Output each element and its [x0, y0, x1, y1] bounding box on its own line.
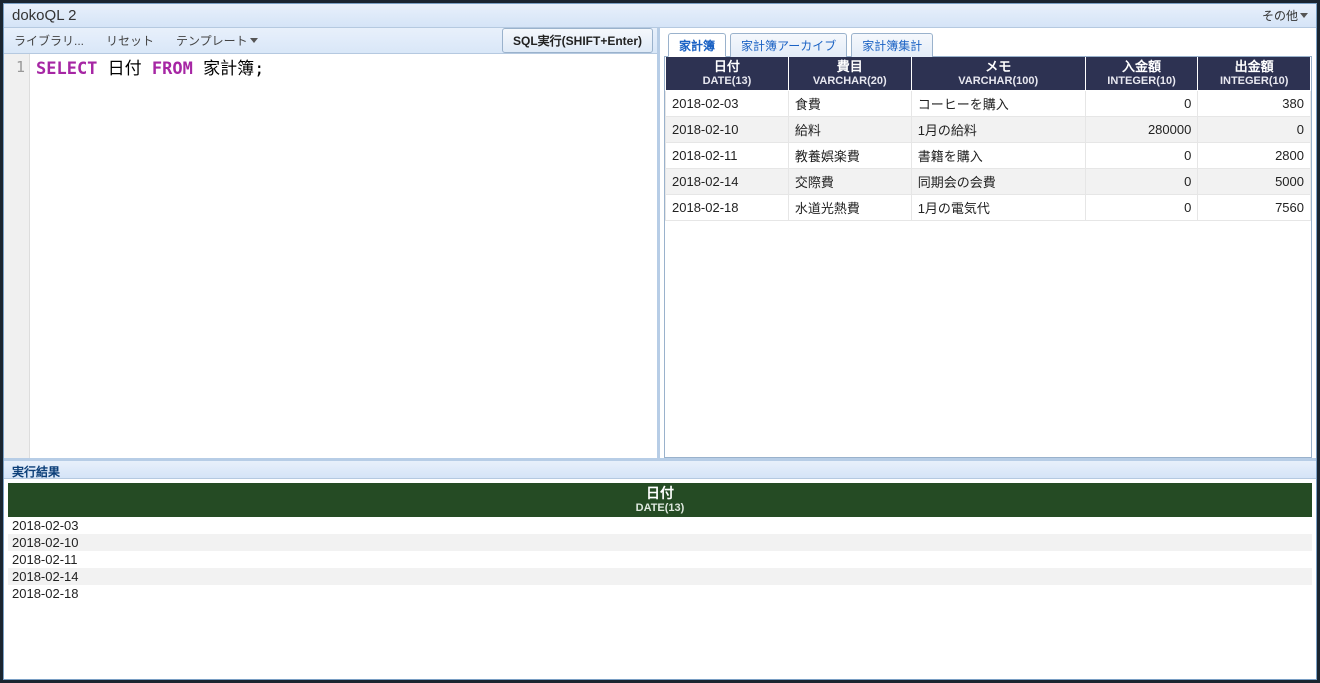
table-cell: 380: [1198, 90, 1311, 116]
template-button[interactable]: テンプレート: [170, 30, 264, 51]
table-cell: 0: [1085, 90, 1198, 116]
table-cell: 同期会の会費: [911, 168, 1085, 194]
results-body[interactable]: 日付DATE(13)2018-02-032018-02-102018-02-11…: [4, 479, 1316, 679]
table-cell: 食費: [788, 90, 911, 116]
column-header[interactable]: 出金額INTEGER(10): [1198, 57, 1311, 90]
library-button[interactable]: ライブラリ...: [8, 30, 90, 51]
result-cell: 2018-02-03: [8, 517, 1312, 534]
table-cell: 教養娯楽費: [788, 142, 911, 168]
table-cell: 1月の給料: [911, 116, 1085, 142]
results-header: 実行結果: [4, 461, 1316, 479]
table-row[interactable]: 2018-02-03食費コーヒーを購入0380: [666, 90, 1311, 116]
table-cell: 7560: [1198, 194, 1311, 220]
table-row[interactable]: 2018-02-14交際費同期会の会費05000: [666, 168, 1311, 194]
other-menu-label: その他: [1262, 7, 1298, 24]
table-tabs: 家計簿 家計簿アーカイブ 家計簿集計: [664, 32, 1312, 56]
table-cell: 2018-02-03: [666, 90, 789, 116]
table-row[interactable]: 2018-02-18水道光熱費1月の電気代07560: [666, 194, 1311, 220]
result-row[interactable]: 2018-02-14: [8, 568, 1312, 585]
result-cell: 2018-02-14: [8, 568, 1312, 585]
caret-down-icon: [250, 38, 258, 43]
editor-toolbar: ライブラリ... リセット テンプレート SQL実行(SHIFT+Enter): [4, 28, 657, 54]
table-cell: 水道光熱費: [788, 194, 911, 220]
result-table: 日付DATE(13)2018-02-032018-02-102018-02-11…: [8, 483, 1312, 602]
table-view[interactable]: 日付DATE(13)費目VARCHAR(20)メモVARCHAR(100)入金額…: [664, 56, 1312, 458]
caret-down-icon: [1300, 13, 1308, 18]
column-header[interactable]: 入金額INTEGER(10): [1085, 57, 1198, 90]
table-cell: 2018-02-18: [666, 194, 789, 220]
tab-kakeibo-archive[interactable]: 家計簿アーカイブ: [730, 33, 847, 57]
table-cell: 2800: [1198, 142, 1311, 168]
table-row[interactable]: 2018-02-10給料1月の給料2800000: [666, 116, 1311, 142]
result-cell: 2018-02-11: [8, 551, 1312, 568]
data-panel: 家計簿 家計簿アーカイブ 家計簿集計 日付DATE(13)費目VARCHAR(2…: [660, 28, 1316, 458]
run-sql-button[interactable]: SQL実行(SHIFT+Enter): [502, 28, 653, 53]
results-panel: 実行結果 日付DATE(13)2018-02-032018-02-102018-…: [4, 458, 1316, 679]
column-header[interactable]: メモVARCHAR(100): [911, 57, 1085, 90]
result-cell: 2018-02-10: [8, 534, 1312, 551]
app-window: dokoQL 2 その他 ライブラリ... リセット テンプレート SQL実行(…: [3, 3, 1317, 680]
editor-panel: ライブラリ... リセット テンプレート SQL実行(SHIFT+Enter) …: [4, 28, 660, 458]
column-header[interactable]: 費目VARCHAR(20): [788, 57, 911, 90]
table-cell: 280000: [1085, 116, 1198, 142]
table-cell: 0: [1085, 168, 1198, 194]
table-row[interactable]: 2018-02-11教養娯楽費書籍を購入02800: [666, 142, 1311, 168]
table-cell: 0: [1198, 116, 1311, 142]
table-cell: 0: [1085, 142, 1198, 168]
tab-kakeibo-summary[interactable]: 家計簿集計: [851, 33, 933, 57]
result-cell: 2018-02-18: [8, 585, 1312, 602]
table-cell: 0: [1085, 194, 1198, 220]
result-row[interactable]: 2018-02-03: [8, 517, 1312, 534]
tab-kakeibo[interactable]: 家計簿: [668, 33, 726, 57]
schema-table: 日付DATE(13)費目VARCHAR(20)メモVARCHAR(100)入金額…: [665, 57, 1311, 221]
table-cell: 交際費: [788, 168, 911, 194]
table-cell: 2018-02-10: [666, 116, 789, 142]
top-panels: ライブラリ... リセット テンプレート SQL実行(SHIFT+Enter) …: [4, 28, 1316, 458]
result-row[interactable]: 2018-02-18: [8, 585, 1312, 602]
column-header[interactable]: 日付DATE(13): [666, 57, 789, 90]
table-cell: コーヒーを購入: [911, 90, 1085, 116]
table-cell: 給料: [788, 116, 911, 142]
line-gutter: 1: [4, 54, 30, 458]
app-title: dokoQL 2: [12, 7, 77, 24]
table-cell: 2018-02-14: [666, 168, 789, 194]
table-cell: 書籍を購入: [911, 142, 1085, 168]
table-cell: 5000: [1198, 168, 1311, 194]
result-row[interactable]: 2018-02-10: [8, 534, 1312, 551]
reset-button[interactable]: リセット: [100, 30, 160, 51]
sql-code: SELECT 日付 FROM 家計簿;: [30, 54, 270, 458]
sql-editor[interactable]: 1 SELECT 日付 FROM 家計簿;: [4, 54, 657, 458]
table-cell: 2018-02-11: [666, 142, 789, 168]
other-menu[interactable]: その他: [1262, 7, 1308, 24]
table-cell: 1月の電気代: [911, 194, 1085, 220]
result-column-header[interactable]: 日付DATE(13): [8, 483, 1312, 517]
result-row[interactable]: 2018-02-11: [8, 551, 1312, 568]
titlebar: dokoQL 2 その他: [4, 4, 1316, 28]
